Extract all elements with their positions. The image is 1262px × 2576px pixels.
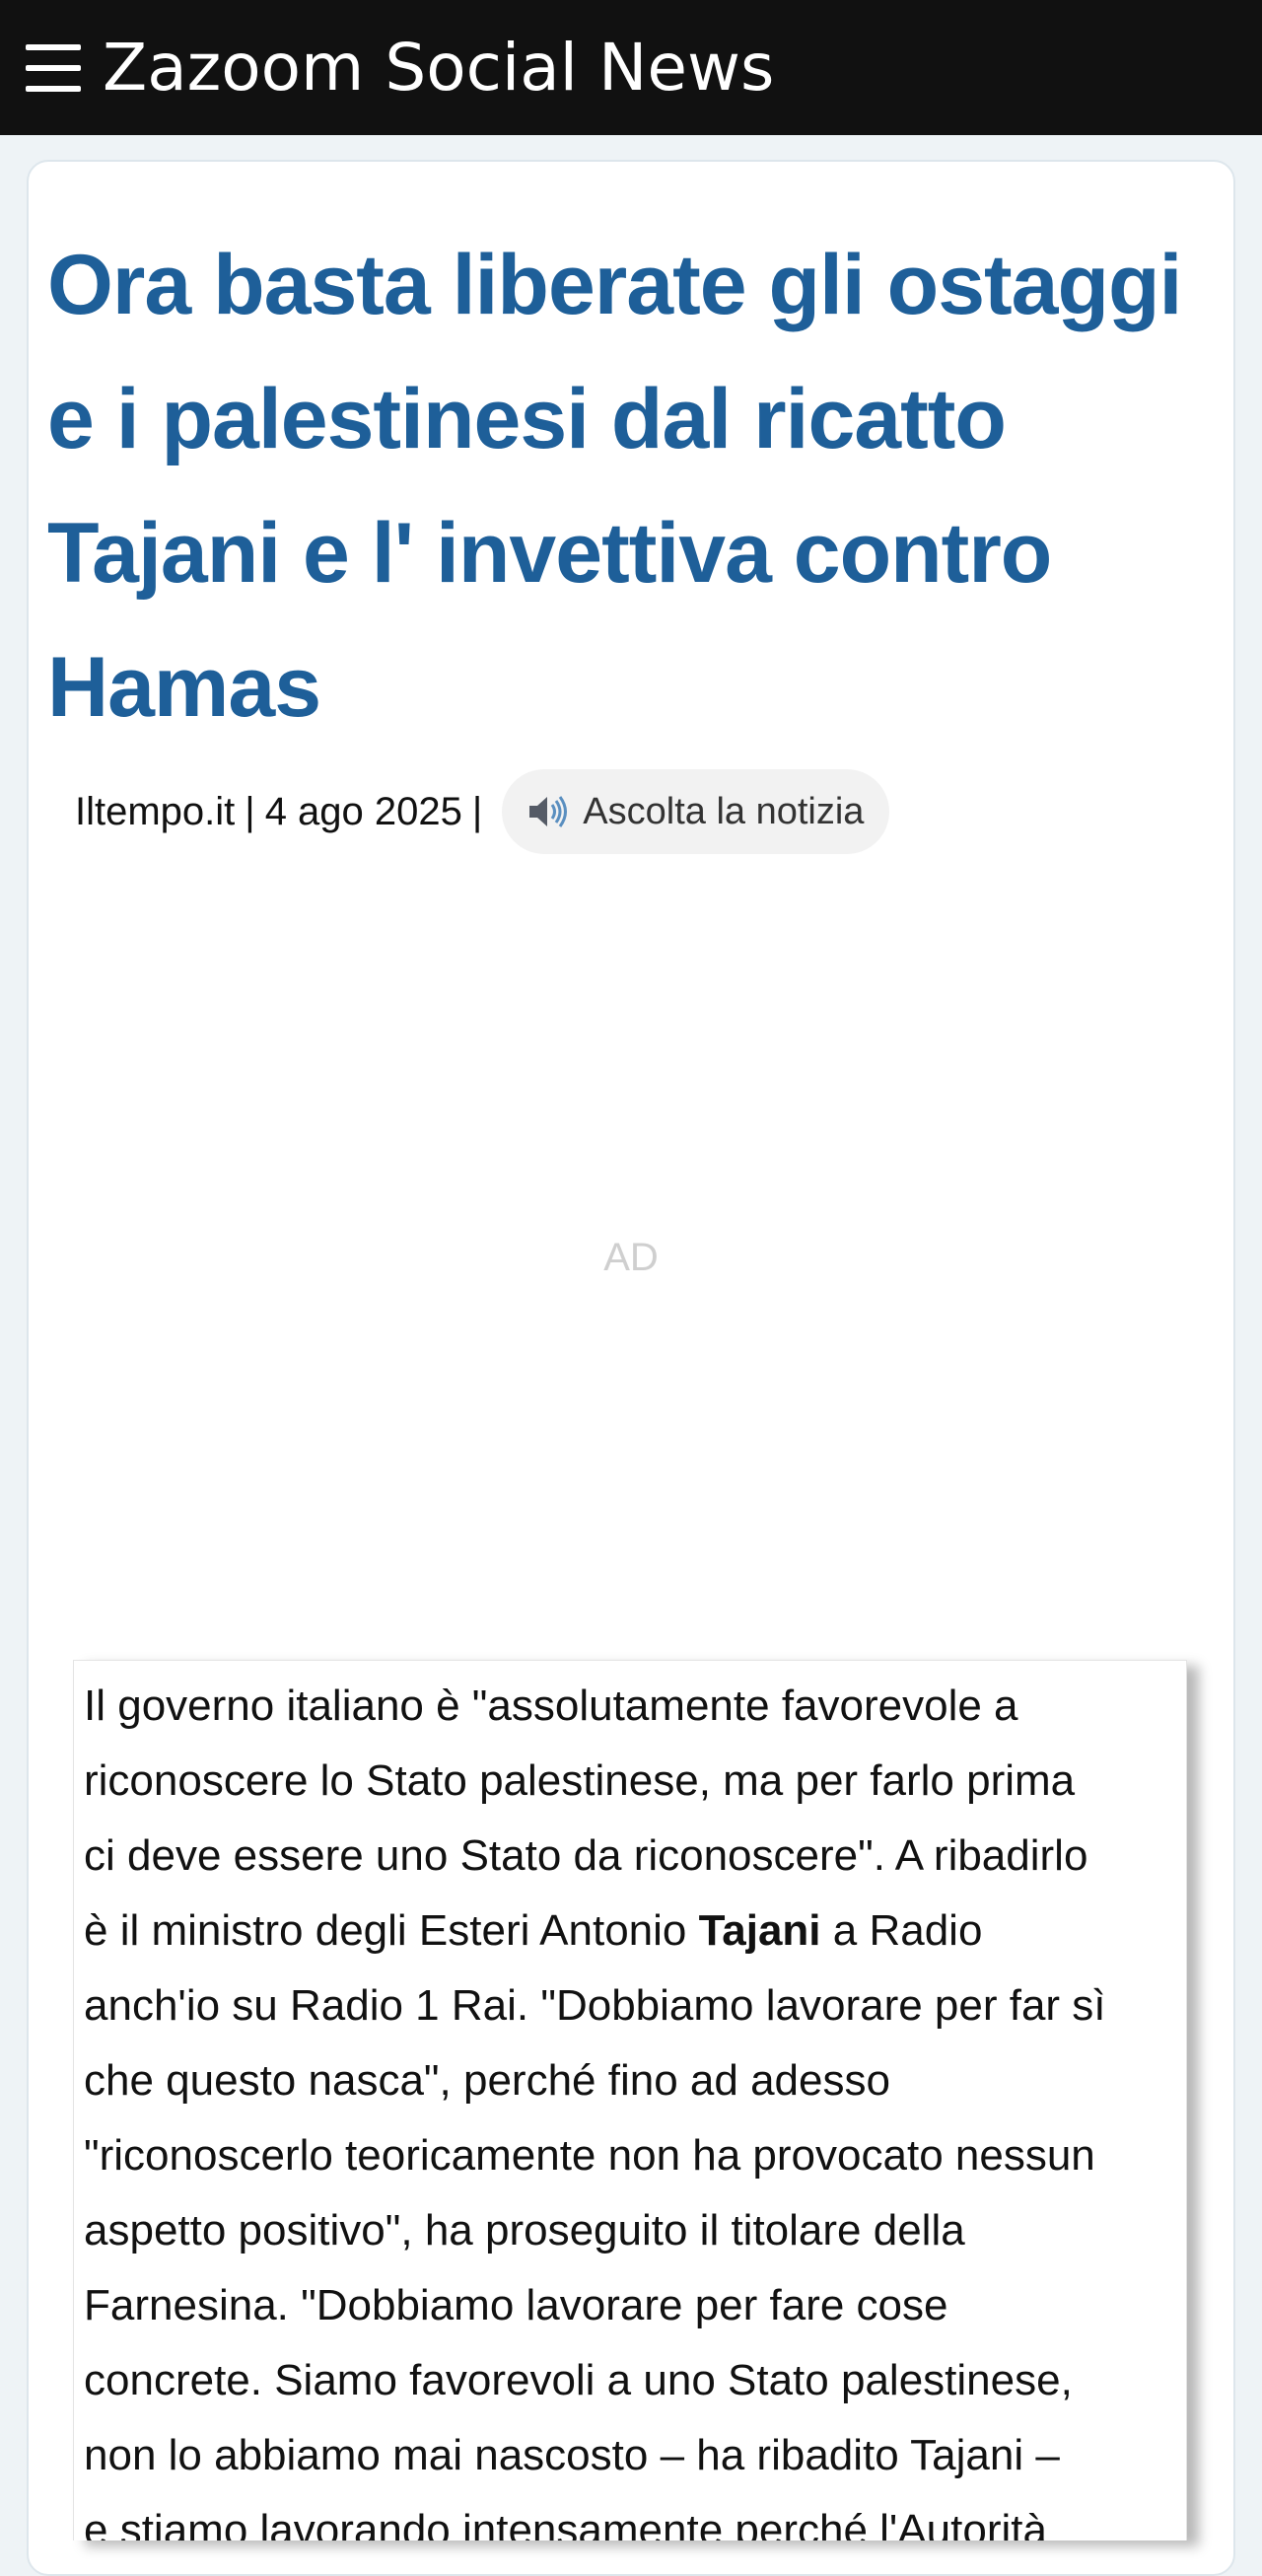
advertisement-slot[interactable]: AD (59, 868, 1203, 1647)
article-body-line: è il ministro degli Esteri Antonio Tajan… (84, 1894, 1186, 1968)
article-body-line: aspetto positivo", ha proseguito il tito… (84, 2206, 965, 2254)
meta-separator: | (471, 789, 483, 833)
article-title: Ora basta liberate gli ostaggi e i pales… (47, 218, 1191, 754)
article-title-line: Tajani e l' invettiva contro (47, 506, 1052, 601)
article-body-line: che questo nasca", perché fino ad adesso (84, 2056, 890, 2105)
article-title-line: Ora basta liberate gli ostaggi (47, 238, 1182, 332)
article-body-line: concrete. Siamo favorevoli a uno Stato p… (84, 2356, 1073, 2404)
speaker-icon (529, 796, 568, 827)
listen-news-label: Ascolta la notizia (583, 790, 865, 832)
article-meta: Iltempo.it | 4 ago 2025 | Ascolta la not… (75, 769, 890, 854)
article-body-line: ci deve essere uno Stato da riconoscere"… (84, 1831, 1088, 1880)
article-title-line: Hamas (47, 640, 321, 735)
listen-news-button[interactable]: Ascolta la notizia (502, 769, 890, 854)
body-text-segment: è il ministro degli Esteri Antonio (84, 1906, 699, 1955)
hamburger-menu-icon[interactable] (26, 43, 81, 92)
article-body-line: non lo abbiamo mai nascosto – ha ribadit… (84, 2431, 1060, 2479)
article-body: Il governo italiano è "assolutamente fav… (73, 1660, 1187, 2540)
meta-separator: | (245, 789, 255, 833)
ad-label: AD (603, 1235, 659, 1279)
article-body-text: Il governo italiano è "assolutamente fav… (74, 1661, 1186, 2540)
top-navigation-bar: Zazoom Social News (0, 0, 1262, 135)
bold-keyword: Tajani (698, 1906, 821, 1955)
article-date: 4 ago 2025 (264, 789, 462, 833)
article-body-line: "riconoscerlo teoricamente non ha provoc… (84, 2131, 1095, 2180)
article-source: Iltempo.it (75, 789, 236, 833)
site-brand[interactable]: Zazoom Social News (103, 30, 774, 106)
article-body-line: Il governo italiano è "assolutamente fav… (84, 1682, 1018, 1730)
article-title-line: e i palestinesi dal ricatto (47, 372, 1007, 466)
article-body-line: Farnesina. "Dobbiamo lavorare per fare c… (84, 2281, 948, 2329)
article-body-line: e stiamo lavorando intensamente perché l… (84, 2506, 1047, 2540)
article-body-line: riconoscere lo Stato palestinese, ma per… (84, 1756, 1076, 1805)
article-body-line: anch'io su Radio 1 Rai. "Dobbiamo lavora… (84, 1981, 1106, 2030)
body-text-segment: a Radio (820, 1906, 983, 1955)
